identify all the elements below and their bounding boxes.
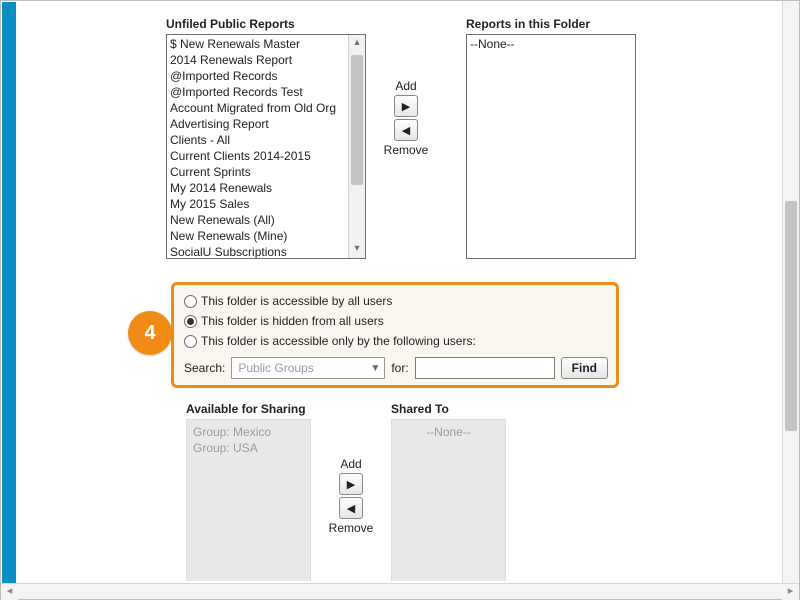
radio-all-users-label: This folder is accessible by all users	[201, 291, 392, 311]
list-item[interactable]: New Renewals (All)	[170, 212, 345, 228]
unfiled-column: Unfiled Public Reports $ New Renewals Ma…	[166, 17, 366, 259]
radio-following-users[interactable]	[184, 335, 197, 348]
search-for-input[interactable]	[415, 357, 555, 379]
chevron-down-icon: ▼	[370, 361, 380, 377]
list-item[interactable]: Clients - All	[170, 132, 345, 148]
list-item: --None--	[398, 424, 499, 440]
list-item[interactable]: Account Migrated from Old Org	[170, 100, 345, 116]
shared-to-heading: Shared To	[391, 402, 506, 416]
shared-to-listbox[interactable]: --None--	[391, 419, 506, 581]
list-item[interactable]: Current Clients 2014-2015	[170, 148, 345, 164]
left-accent-bar	[2, 2, 16, 584]
available-heading: Available for Sharing	[186, 402, 311, 416]
list-item[interactable]: My 2015 Sales	[170, 196, 345, 212]
radio-row-all-users[interactable]: This folder is accessible by all users	[184, 291, 608, 311]
find-button[interactable]: Find	[561, 357, 608, 379]
radio-hidden[interactable]	[184, 315, 197, 328]
add-label: Add	[376, 79, 436, 93]
radio-following-users-label: This folder is accessible only by the fo…	[201, 331, 476, 351]
share-search-row: Search: Public Groups ▼ for: Find	[184, 357, 608, 379]
sharing-move-buttons: Add ▶ ◀ Remove	[321, 457, 381, 535]
search-scope-select[interactable]: Public Groups ▼	[231, 357, 385, 379]
unfiled-scrollbar[interactable]: ▴ ▾	[348, 35, 365, 258]
radio-hidden-label: This folder is hidden from all users	[201, 311, 384, 331]
radio-row-hidden[interactable]: This folder is hidden from all users	[184, 311, 608, 331]
list-item[interactable]: Advertising Report	[170, 116, 345, 132]
hscroll-right-icon[interactable]: ▸	[782, 584, 799, 600]
sharing-add-label: Add	[321, 457, 381, 471]
folder-column: Reports in this Folder --None--	[466, 17, 636, 259]
sharing-section: Available for Sharing Group: MexicoGroup…	[186, 402, 606, 581]
find-button-label: Find	[572, 361, 597, 375]
list-item[interactable]: New Renewals (Mine)	[170, 228, 345, 244]
dual-list-row: Unfiled Public Reports $ New Renewals Ma…	[166, 17, 686, 259]
page-scroll-thumb[interactable]	[785, 201, 797, 431]
folder-access-panel: This folder is accessible by all users T…	[171, 282, 619, 388]
available-column: Available for Sharing Group: MexicoGroup…	[186, 402, 311, 581]
triangle-left-icon: ◀	[402, 124, 410, 137]
list-item[interactable]: My 2014 Renewals	[170, 180, 345, 196]
remove-label: Remove	[376, 143, 436, 157]
list-item[interactable]: --None--	[470, 36, 632, 52]
sharing-add-button[interactable]: ▶	[339, 473, 363, 495]
triangle-right-icon: ▶	[402, 100, 410, 113]
unfiled-reports-heading: Unfiled Public Reports	[166, 17, 366, 31]
list-item[interactable]: Group: Mexico	[193, 424, 304, 440]
triangle-right-icon: ▶	[347, 478, 355, 491]
step-number: 4	[144, 322, 155, 345]
scroll-down-icon[interactable]: ▾	[349, 241, 365, 258]
move-buttons: Add ▶ ◀ Remove	[376, 77, 436, 159]
list-item[interactable]: @Imported Records Test	[170, 84, 345, 100]
radio-all-users[interactable]	[184, 295, 197, 308]
list-item[interactable]: Current Sprints	[170, 164, 345, 180]
remove-button[interactable]: ◀	[394, 119, 418, 141]
for-label: for:	[391, 361, 408, 375]
page-vertical-scrollbar[interactable]	[782, 1, 799, 583]
folder-reports-list: --None--	[467, 35, 635, 258]
triangle-left-icon: ◀	[347, 502, 355, 515]
content-area: Unfiled Public Reports $ New Renewals Ma…	[16, 2, 781, 581]
hscroll-left-icon[interactable]: ◂	[1, 584, 18, 600]
folder-reports-listbox[interactable]: --None--	[466, 34, 636, 259]
sharing-remove-button[interactable]: ◀	[339, 497, 363, 519]
unfiled-reports-listbox[interactable]: $ New Renewals Master2014 Renewals Repor…	[166, 34, 366, 259]
list-item[interactable]: 2014 Renewals Report	[170, 52, 345, 68]
unfiled-reports-list: $ New Renewals Master2014 Renewals Repor…	[167, 35, 348, 258]
app-frame: Unfiled Public Reports $ New Renewals Ma…	[0, 0, 800, 600]
page-horizontal-scrollbar[interactable]: ◂ ▸	[1, 583, 799, 599]
sharing-row: Available for Sharing Group: MexicoGroup…	[186, 402, 606, 581]
scroll-thumb[interactable]	[351, 55, 363, 185]
radio-row-following-users[interactable]: This folder is accessible only by the fo…	[184, 331, 608, 351]
shared-to-column: Shared To --None--	[391, 402, 506, 581]
list-item[interactable]: $ New Renewals Master	[170, 36, 345, 52]
sharing-remove-label: Remove	[321, 521, 381, 535]
add-button[interactable]: ▶	[394, 95, 418, 117]
list-item[interactable]: Group: USA	[193, 440, 304, 456]
search-scope-value: Public Groups	[238, 361, 313, 375]
folder-reports-heading: Reports in this Folder	[466, 17, 636, 31]
available-sharing-listbox[interactable]: Group: MexicoGroup: USA	[186, 419, 311, 581]
step-callout-badge: 4	[128, 311, 172, 355]
search-label: Search:	[184, 361, 225, 375]
list-item[interactable]: @Imported Records	[170, 68, 345, 84]
scroll-up-icon[interactable]: ▴	[349, 35, 365, 52]
reports-move-section: Unfiled Public Reports $ New Renewals Ma…	[166, 17, 686, 259]
list-item[interactable]: SocialU Subscriptions	[170, 244, 345, 259]
